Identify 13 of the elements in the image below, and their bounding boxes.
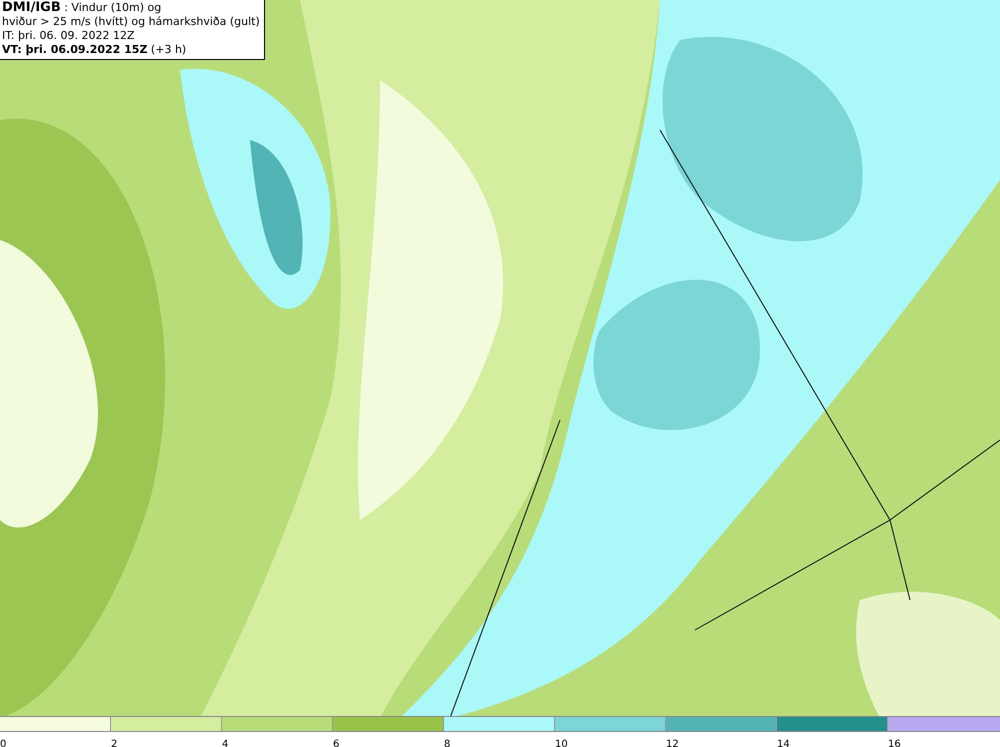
- scale-label: 16: [888, 739, 901, 747]
- legend-text: IT: þri. 06. 09. 2022 12Z: [2, 29, 136, 43]
- scale-label: 0: [0, 739, 6, 747]
- scale-label: 8: [444, 739, 450, 747]
- scale-label: 2: [111, 739, 118, 747]
- scale-label: 6: [333, 739, 340, 747]
- scale-label: 14: [777, 739, 790, 747]
- legend-text: DMI/IGB : Vindur (10m) og: [2, 1, 162, 15]
- legend-text: VT: þri. 06.09.2022 15Z (+3 h): [2, 43, 188, 57]
- scale-label: 10: [555, 739, 568, 747]
- scale-label: 4: [222, 739, 228, 747]
- legend-text: hviður > 25 m/s (hvítt) og hámarkshviða (gult): [2, 15, 260, 29]
- scale-label: 12: [666, 739, 679, 747]
